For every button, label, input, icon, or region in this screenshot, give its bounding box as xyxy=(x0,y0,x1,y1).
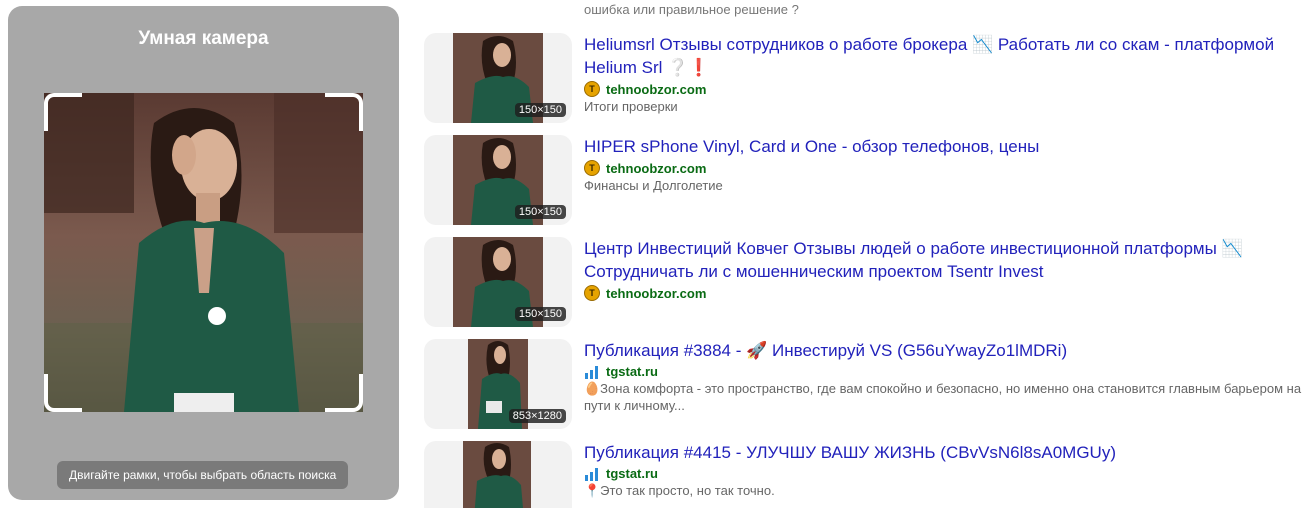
tehnoobzor-icon: T xyxy=(584,81,600,97)
query-photo xyxy=(44,93,363,412)
tgstat-icon xyxy=(585,365,598,379)
result-source-domain: tehnoobzor.com xyxy=(606,81,707,97)
crop-corner-bottom-left[interactable] xyxy=(44,374,82,412)
result-source[interactable]: tgstat.ru xyxy=(584,364,1312,379)
crop-center-handle[interactable] xyxy=(208,307,226,325)
smart-camera-panel: Умная камера Двигайте рамки, чтобы выбра… xyxy=(8,6,399,500)
image-size-badge: 150×150 xyxy=(514,307,566,321)
thumbnail-image xyxy=(463,441,531,508)
result-title-link[interactable]: Публикация #3884 - 🚀 Инвестируй VS (G56u… xyxy=(584,339,1312,362)
result-source-domain: tgstat.ru xyxy=(606,466,658,481)
results-list: ошибка или правильное решение ? 150×150 … xyxy=(424,0,1313,508)
result-thumbnail[interactable] xyxy=(424,441,572,508)
crop-corner-top-left[interactable] xyxy=(44,93,82,131)
result-source[interactable]: T tehnoobzor.com xyxy=(584,160,1312,176)
result-title-link[interactable]: HIPER sPhone Vinyl, Card и One - обзор т… xyxy=(584,135,1312,158)
result-thumbnail[interactable]: 853×1280 xyxy=(424,339,572,429)
result-description: 🥚Зона комфорта - это пространство, где в… xyxy=(584,381,1302,413)
result-description: Финансы и Долголетие xyxy=(584,178,723,193)
image-size-badge: 150×150 xyxy=(514,103,566,117)
image-size-badge: 150×150 xyxy=(514,205,566,219)
result-source[interactable]: tgstat.ru xyxy=(584,466,1312,481)
tehnoobzor-icon: T xyxy=(584,160,600,176)
result-source-domain: tehnoobzor.com xyxy=(606,160,707,176)
result-description: 📍Это так просто, но так точно. xyxy=(584,483,775,498)
result-title-link[interactable]: Публикация #4415 - УЛУЧШУ ВАШУ ЖИЗНЬ (CB… xyxy=(584,441,1312,464)
previous-result-snippet: ошибка или правильное решение ? xyxy=(584,2,799,17)
result-title-link[interactable]: Heliumsrl Отзывы сотрудников о работе бр… xyxy=(584,33,1312,79)
result-title-link[interactable]: Центр Инвестиций Ковчег Отзывы людей о р… xyxy=(584,237,1312,283)
result-source[interactable]: T tehnoobzor.com xyxy=(584,285,1312,301)
image-size-badge: 853×1280 xyxy=(508,409,566,423)
crop-corner-top-right[interactable] xyxy=(325,93,363,131)
result-source[interactable]: T tehnoobzor.com xyxy=(584,81,1312,97)
result-thumbnail[interactable]: 150×150 xyxy=(424,33,572,123)
camera-title: Умная камера xyxy=(138,28,269,49)
result-source-domain: tehnoobzor.com xyxy=(606,285,707,301)
camera-hint: Двигайте рамки, чтобы выбрать область по… xyxy=(57,461,349,489)
tehnoobzor-icon: T xyxy=(584,285,600,301)
camera-crop-area[interactable] xyxy=(44,93,363,412)
result-source-domain: tgstat.ru xyxy=(606,364,658,379)
crop-corner-bottom-right[interactable] xyxy=(325,374,363,412)
result-thumbnail[interactable]: 150×150 xyxy=(424,135,572,225)
result-description: Итоги проверки xyxy=(584,99,678,114)
result-thumbnail[interactable]: 150×150 xyxy=(424,237,572,327)
tgstat-icon xyxy=(585,467,598,481)
